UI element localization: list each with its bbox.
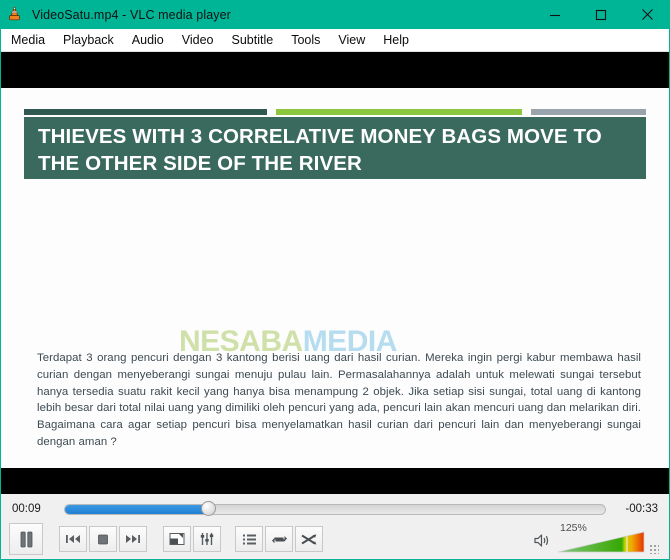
slide-body-text: Terdapat 3 orang pencuri dengan 3 kanton… (37, 352, 641, 448)
next-icon (126, 535, 140, 543)
slide-title: THIEVES WITH 3 CORRELATIVE MONEY BAGS MO… (38, 125, 602, 175)
volume-control[interactable]: 125% (534, 522, 659, 556)
slide-accent-bars (24, 109, 646, 115)
close-icon (641, 9, 653, 20)
loop-icon (271, 535, 287, 543)
next-button[interactable] (119, 526, 147, 552)
playlist-buttons-group (235, 526, 323, 552)
seek-progress-fill (65, 504, 209, 514)
seek-slider[interactable] (64, 501, 606, 516)
maximize-button[interactable] (578, 0, 624, 29)
pause-button[interactable] (9, 523, 43, 555)
resize-grip[interactable] (649, 544, 659, 554)
video-surface[interactable]: THIEVES WITH 3 CORRELATIVE MONEY BAGS MO… (1, 52, 669, 494)
previous-icon (66, 535, 80, 543)
menu-item-subtitle[interactable]: Subtitle (223, 31, 283, 49)
bar-gap-1 (267, 109, 276, 115)
view-buttons-group (163, 526, 221, 552)
window-titlebar: VideoSatu.mp4 - VLC media player (0, 0, 670, 29)
menu-item-help[interactable]: Help (374, 31, 418, 49)
volume-slider[interactable] (557, 531, 645, 554)
menu-item-view[interactable]: View (329, 31, 374, 49)
skip-buttons-group (59, 526, 147, 552)
bar-gap-2 (522, 109, 531, 115)
control-panel: 00:09 -00:33 125% (1, 494, 669, 559)
menu-item-tools[interactable]: Tools (282, 31, 329, 49)
equalizer-icon (200, 533, 214, 545)
random-button[interactable] (295, 526, 323, 552)
playlist-button[interactable] (235, 526, 263, 552)
minimize-button[interactable] (532, 0, 578, 29)
maximize-icon (595, 9, 607, 20)
remaining-time-label[interactable]: -00:33 (614, 503, 658, 515)
fullscreen-icon (169, 533, 185, 545)
pause-icon (20, 531, 32, 547)
playlist-icon (242, 534, 256, 544)
stop-button[interactable] (89, 526, 117, 552)
menu-item-media[interactable]: Media (2, 31, 54, 49)
speaker-icon[interactable] (534, 533, 551, 553)
slide-title-banner: THIEVES WITH 3 CORRELATIVE MONEY BAGS MO… (24, 121, 646, 179)
elapsed-time-label[interactable]: 00:09 (12, 503, 56, 515)
vlc-window: VideoSatu.mp4 - VLC media player Media P… (0, 0, 670, 560)
menubar: Media Playback Audio Video Subtitle Tool… (1, 29, 669, 52)
extended-settings-button[interactable] (193, 526, 221, 552)
dark-green-bar (24, 109, 267, 115)
window-buttons (532, 0, 670, 29)
minimize-icon (550, 14, 560, 16)
grey-bar (531, 109, 646, 115)
seek-handle[interactable] (201, 501, 217, 516)
loop-button[interactable] (265, 526, 293, 552)
transport-buttons-row: 125% (1, 520, 669, 558)
window-title: VideoSatu.mp4 - VLC media player (32, 7, 231, 22)
seek-row: 00:09 -00:33 (1, 498, 669, 520)
light-green-bar (276, 109, 522, 115)
vlc-cone-icon (6, 6, 23, 23)
presentation-slide: THIEVES WITH 3 CORRELATIVE MONEY BAGS MO… (1, 88, 669, 468)
fullscreen-button[interactable] (163, 526, 191, 552)
stop-icon (98, 534, 108, 544)
close-button[interactable] (624, 0, 670, 29)
shuffle-icon (301, 534, 317, 544)
previous-button[interactable] (59, 526, 87, 552)
menu-item-video[interactable]: Video (173, 31, 223, 49)
menu-item-audio[interactable]: Audio (123, 31, 173, 49)
menu-item-playback[interactable]: Playback (54, 31, 123, 49)
